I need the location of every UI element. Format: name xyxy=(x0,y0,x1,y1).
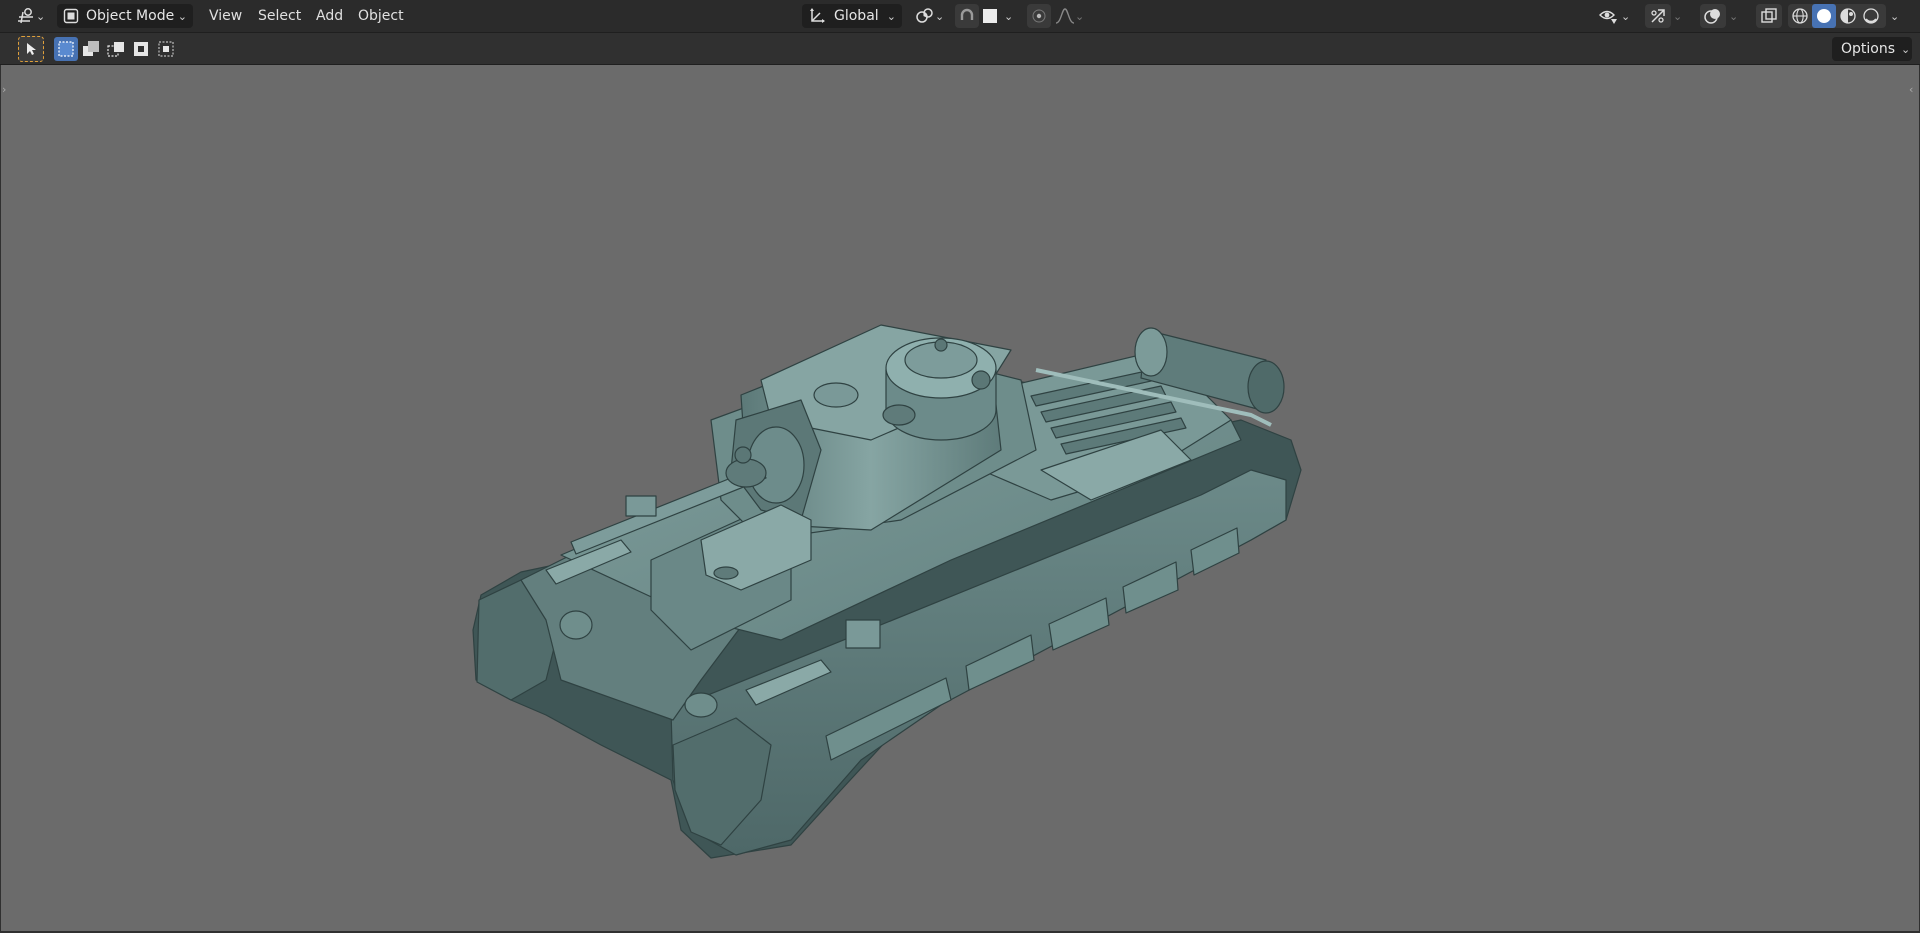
options-dropdown[interactable]: Options ⌄ xyxy=(1832,37,1912,61)
select-subtract-mode-button[interactable] xyxy=(104,37,128,61)
gizmo-toggle[interactable] xyxy=(1645,4,1671,28)
material-preview-shading-button[interactable] xyxy=(1839,7,1857,25)
select-intersect-mode-button[interactable] xyxy=(154,37,178,61)
shading-dropdown[interactable]: ⌄ xyxy=(1890,4,1908,28)
chevron-down-icon: ⌄ xyxy=(1890,9,1900,23)
chevron-down-icon: ⌄ xyxy=(1729,9,1739,23)
select-cursor-icon xyxy=(24,41,38,57)
snap-target-icon xyxy=(982,8,998,24)
menu-object[interactable]: Object xyxy=(358,6,404,26)
gizmo-dropdown[interactable]: ⌄ xyxy=(1673,4,1689,28)
chevron-down-icon: ⌄ xyxy=(886,9,896,23)
select-extend-mode-button[interactable] xyxy=(79,37,103,61)
active-tool-button[interactable] xyxy=(18,36,44,62)
3d-viewport[interactable]: › ‹ xyxy=(1,65,1919,931)
snap-target-dropdown[interactable]: ⌄ xyxy=(980,4,1018,28)
select-new-mode-button[interactable] xyxy=(54,37,78,61)
chevron-down-icon: ⌄ xyxy=(1901,42,1911,56)
proportional-editing-icon xyxy=(1031,8,1047,24)
3d-viewport-icon xyxy=(16,7,36,25)
editor-type-button[interactable]: ⌄ xyxy=(12,5,50,27)
transform-orientation-icon xyxy=(808,7,826,25)
chevron-down-icon: ⌄ xyxy=(1075,9,1085,23)
menu-view[interactable]: View xyxy=(209,6,242,26)
rendered-shading-button[interactable] xyxy=(1862,7,1880,25)
mode-dropdown[interactable]: Object Mode ⌄ xyxy=(57,4,193,28)
xray-toggle[interactable] xyxy=(1756,4,1782,28)
select-invert-mode-button[interactable] xyxy=(129,37,153,61)
falloff-curve-icon xyxy=(1055,7,1075,25)
visibility-icon xyxy=(1599,7,1621,25)
options-label: Options xyxy=(1841,41,1896,57)
tool-settings-bar: Options ⌄ xyxy=(0,33,1920,65)
chevron-down-icon: ⌄ xyxy=(177,9,187,23)
overlays-dropdown[interactable]: ⌄ xyxy=(1729,4,1745,28)
chevron-down-icon: ⌄ xyxy=(1673,9,1683,23)
menu-add[interactable]: Add xyxy=(316,6,343,26)
object-mode-icon xyxy=(63,8,79,24)
proportional-editing-toggle[interactable] xyxy=(1027,4,1051,28)
transform-orientation-label: Global xyxy=(834,8,879,24)
snap-toggle[interactable] xyxy=(955,4,979,28)
mode-label: Object Mode xyxy=(86,8,175,24)
selection-mode-group xyxy=(54,37,176,61)
shading-mode-group xyxy=(1788,4,1886,28)
pivot-point-icon xyxy=(915,7,935,25)
gizmo-icon xyxy=(1649,7,1667,25)
xray-icon xyxy=(1760,7,1778,25)
chevron-down-icon: ⌄ xyxy=(36,9,46,23)
viewport-header: ⌄ Object Mode ⌄ View Select Add Object G… xyxy=(0,0,1920,33)
chevron-down-icon: ⌄ xyxy=(935,9,945,23)
magnet-icon xyxy=(959,8,975,24)
tank-model[interactable] xyxy=(1,65,1919,931)
visibility-dropdown[interactable]: ⌄ xyxy=(1599,4,1635,28)
transform-orientation-dropdown[interactable]: Global ⌄ xyxy=(802,4,902,28)
solid-shading-button[interactable] xyxy=(1812,4,1836,28)
chevron-down-icon: ⌄ xyxy=(1004,9,1014,23)
overlay-icon xyxy=(1704,7,1722,25)
wireframe-shading-button[interactable] xyxy=(1791,7,1809,25)
falloff-dropdown[interactable]: ⌄ xyxy=(1053,4,1089,28)
chevron-down-icon: ⌄ xyxy=(1621,9,1631,23)
pivot-point-dropdown[interactable]: ⌄ xyxy=(912,4,948,28)
menu-select[interactable]: Select xyxy=(258,6,301,26)
overlays-toggle[interactable] xyxy=(1700,4,1726,28)
